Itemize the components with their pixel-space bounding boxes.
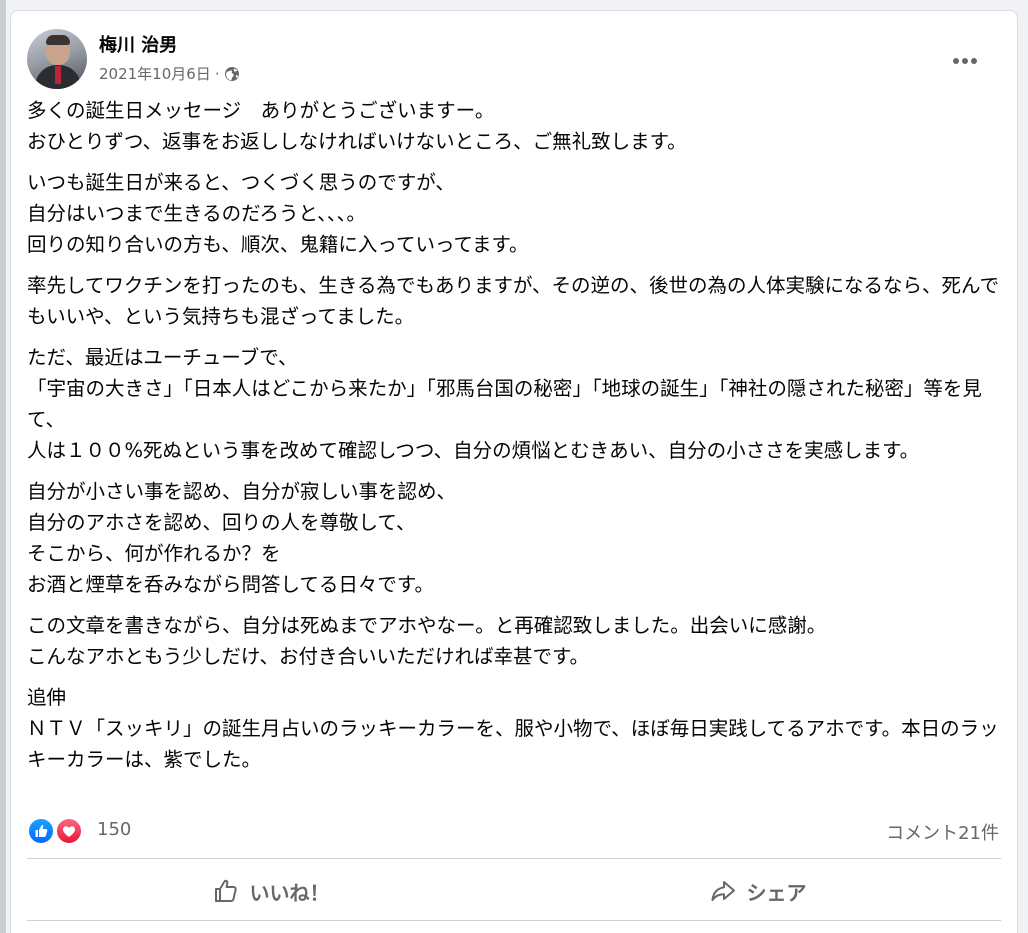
share-label: シェア bbox=[746, 880, 807, 905]
post-card: 梅川 治男 2021年10月6日 · 多くの誕生日メッセージ ありがとうございま… bbox=[10, 10, 1018, 933]
page-scrollbar[interactable] bbox=[0, 0, 6, 933]
post-header: 梅川 治男 2021年10月6日 · bbox=[27, 29, 1001, 89]
avatar-hair bbox=[46, 35, 70, 45]
thumbs-up-icon bbox=[214, 879, 237, 902]
like-label: いいね！ bbox=[249, 880, 330, 905]
share-button[interactable]: シェア bbox=[514, 861, 1001, 921]
post-paragraph: 自分が小さい事を認め、自分が寂しい事を認め、 自分のアホさを認め、回りの人を尊敬… bbox=[27, 480, 457, 596]
like-icon bbox=[27, 817, 55, 845]
author-name[interactable]: 梅川 治男 bbox=[99, 31, 177, 57]
reaction-icons[interactable] bbox=[27, 817, 87, 845]
post-body: 多くの誕生日メッセージ ありがとうございますー。 おひとりずつ、返事をお返ししな… bbox=[27, 95, 1007, 785]
more-options-icon bbox=[953, 58, 977, 64]
globe-icon[interactable] bbox=[224, 66, 240, 82]
avatar-tie bbox=[55, 66, 61, 84]
post-paragraph: いつも誕生日が来ると、つくづく思うのですが、 自分はいつまで生きるのだろうと、、… bbox=[27, 171, 529, 256]
share-icon bbox=[711, 881, 735, 901]
post-paragraph: 率先してワクチンを打ったのも、生きる為でもありますが、その逆の、後世の為の人体実… bbox=[27, 274, 1000, 328]
post-paragraph: 多くの誕生日メッセージ ありがとうございますー。 おひとりずつ、返事をお返ししな… bbox=[27, 99, 687, 153]
post-date[interactable]: 2021年10月6日 bbox=[99, 63, 211, 84]
action-bar: いいね！ シェア bbox=[27, 861, 1001, 921]
post-meta: 2021年10月6日 · bbox=[99, 63, 240, 84]
comment-count[interactable]: コメント21件 bbox=[886, 819, 999, 845]
divider bbox=[27, 858, 1001, 859]
reaction-bar: 150 コメント21件 bbox=[27, 815, 1001, 845]
post-paragraph: 追伸 ＮＴＶ「スッキリ」の誕生月占いのラッキーカラーを、服や小物で、ほぼ毎日実践… bbox=[27, 686, 999, 771]
avatar[interactable] bbox=[27, 29, 87, 89]
more-options-button[interactable] bbox=[947, 43, 983, 79]
like-button[interactable]: いいね！ bbox=[27, 861, 514, 921]
meta-separator: · bbox=[214, 64, 220, 83]
love-icon bbox=[55, 817, 83, 845]
post-paragraph: ただ、最近はユーチューブで、 「宇宙の大きさ」「日本人はどこから来たか」「邪馬台… bbox=[27, 346, 982, 462]
post-paragraph: この文章を書きながら、自分は死ぬまでアホやなー。と再確認致しました。出会いに感謝… bbox=[27, 614, 827, 668]
divider bbox=[27, 920, 1001, 921]
reaction-count[interactable]: 150 bbox=[97, 819, 131, 840]
